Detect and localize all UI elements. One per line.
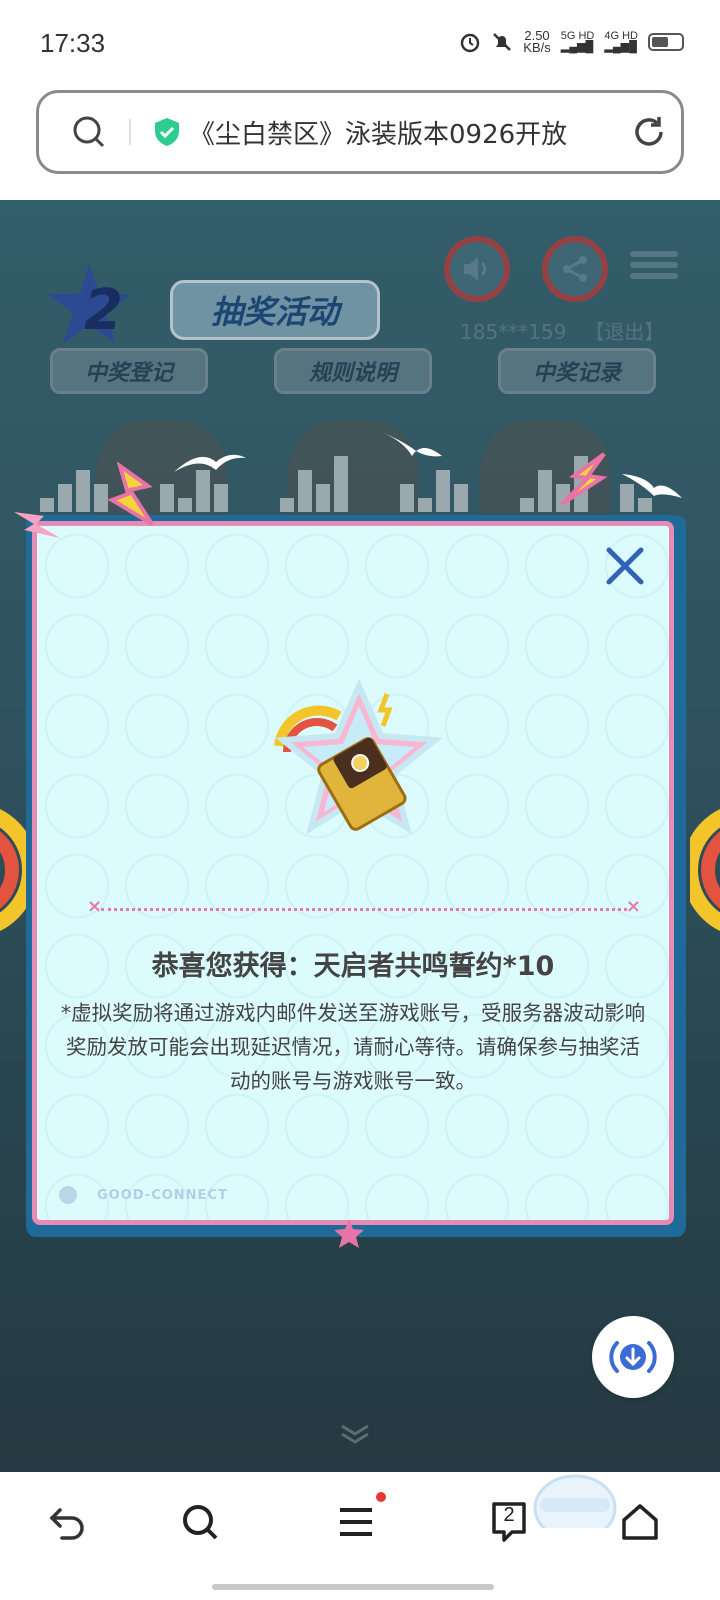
prize-notice-text: *虚拟奖励将通过游戏内邮件发送至游戏账号，受服务器波动影响奖励发放可能会出现延迟… <box>60 1001 646 1093</box>
seagull-icon <box>382 432 442 457</box>
alarm-icon <box>461 33 480 53</box>
signal-5g: 5G HD ▂▄▆█ <box>560 30 595 53</box>
back-arrow-icon <box>49 1508 84 1540</box>
scroll-down-hint-icon <box>341 1424 369 1444</box>
status-bar: 17:33 2.50 KB/s 5G HD ▂▄▆█ 4G HD ▂▄▆█ <box>0 0 720 88</box>
brand-watermark: GOOD-CONNECT <box>59 1186 228 1204</box>
back-button[interactable] <box>44 1498 92 1546</box>
lightning-bolt-icon <box>14 512 60 538</box>
status-icons: 2.50 KB/s 5G HD ▂▄▆█ 4G HD ▂▄▆█ <box>459 28 684 55</box>
prize-dialog-body: × × 恭喜您获得：天启者共鸣誓约*10 *虚拟奖励将通过游戏内邮件发送至游戏账… <box>32 521 674 1225</box>
lightning-bolt-icon <box>107 462 154 526</box>
download-icon <box>609 1341 657 1373</box>
seagull-icon <box>174 454 246 472</box>
dotted-divider: × × <box>87 896 641 917</box>
mascot-peek-icon <box>533 1474 617 1528</box>
download-button[interactable] <box>592 1316 674 1398</box>
battery-icon <box>648 33 684 51</box>
address-bar[interactable]: 《尘白禁区》泳装版本0926开放 <box>36 90 684 174</box>
url-text[interactable]: 《尘白禁区》泳装版本0926开放 <box>189 114 619 151</box>
search-icon <box>183 1505 218 1540</box>
web-content: ★ 2 抽奖活动 185***159 【退出】 中奖登记 规则说明 中奖记录 ×… <box>0 200 720 1500</box>
clock: 17:33 <box>40 28 106 58</box>
signal-bars-icon: ▂▄▆█ <box>604 41 637 53</box>
search-button[interactable] <box>176 1498 224 1546</box>
tab-count: 2 <box>503 1504 515 1526</box>
lightning-bolt-icon <box>560 452 608 506</box>
home-icon <box>622 1504 658 1540</box>
close-icon[interactable] <box>603 544 647 588</box>
rainbow-decoration <box>690 809 720 931</box>
seagull-icon <box>622 474 682 498</box>
signal-4g: 4G HD ▂▄▆█ <box>604 30 638 53</box>
tabs-button[interactable]: 2 <box>490 1496 528 1544</box>
secure-shield-icon <box>155 118 179 146</box>
home-button[interactable] <box>616 1498 664 1546</box>
prize-congrats-text: 恭喜您获得：天启者共鸣誓约*10 <box>151 951 555 982</box>
hamburger-icon <box>340 1508 372 1536</box>
divider <box>129 119 131 145</box>
network-speed: 2.50 KB/s <box>523 28 551 55</box>
prize-dialog: × × 恭喜您获得：天启者共鸣誓约*10 *虚拟奖励将通过游戏内邮件发送至游戏账… <box>26 515 686 1248</box>
browser-toolbar: 《尘白禁区》泳装版本0926开放 <box>0 88 720 200</box>
mute-bell-icon <box>493 33 512 51</box>
signal-bars-icon: ▂▄▆█ <box>560 41 594 53</box>
notification-dot <box>376 1492 386 1502</box>
star-icon <box>334 1219 364 1248</box>
reload-icon[interactable] <box>629 112 669 152</box>
menu-button[interactable] <box>332 1492 386 1546</box>
prize-item-image <box>274 678 443 835</box>
browser-bottom-bar: 2 <box>0 1472 720 1600</box>
gesture-bar[interactable] <box>212 1584 494 1590</box>
search-icon[interactable] <box>69 112 109 152</box>
